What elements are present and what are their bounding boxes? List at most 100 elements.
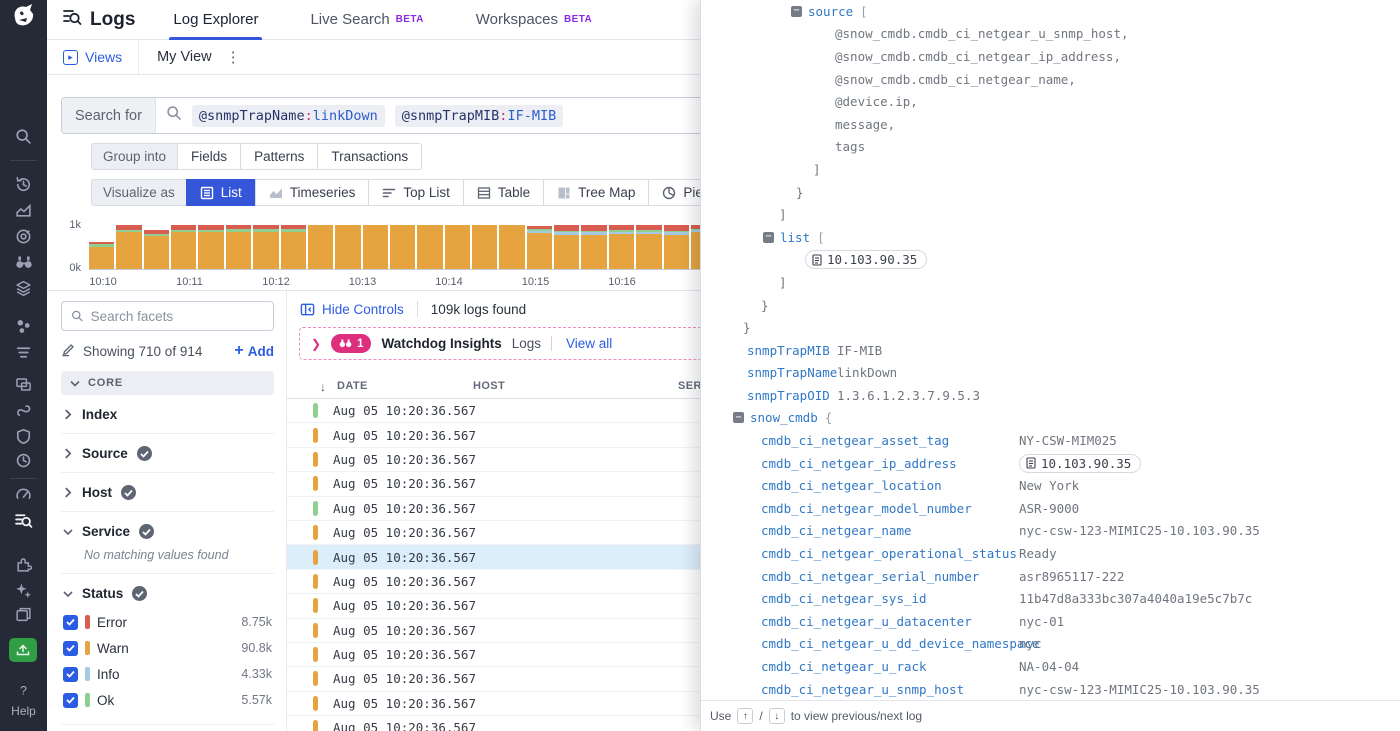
tab-log-explorer[interactable]: Log Explorer	[169, 0, 262, 40]
histogram-bar[interactable]	[390, 225, 415, 269]
json-value[interactable]: 11b47d8a333bc307a4040a19e5c7b7c	[1019, 591, 1252, 606]
group-by-transactions-button[interactable]: Transactions	[317, 143, 422, 170]
histogram-bar[interactable]	[472, 225, 497, 269]
json-key[interactable]: snmpTrapMIB	[747, 343, 830, 358]
watchdog-icon[interactable]	[0, 250, 47, 274]
json-key[interactable]: snow_cmdb	[750, 410, 818, 425]
status-filter-info[interactable]: Info4.33k	[63, 661, 272, 687]
histogram-bar[interactable]	[363, 225, 388, 269]
user-avatar[interactable]	[9, 638, 37, 662]
json-value[interactable]: NY-CSW-MIM025	[1019, 433, 1117, 448]
json-key[interactable]: source	[808, 4, 853, 19]
help-label[interactable]: Help	[0, 704, 47, 718]
histogram-bar[interactable]	[445, 225, 470, 269]
json-value[interactable]: asr8965117-222	[1019, 569, 1124, 584]
json-key[interactable]: cmdb_ci_netgear_model_number	[761, 501, 972, 516]
histogram-bar[interactable]	[144, 230, 169, 269]
current-view-name[interactable]: My View	[157, 49, 212, 65]
bits-ai-icon[interactable]	[0, 578, 47, 602]
facet-header-source[interactable]: Source	[63, 446, 272, 461]
collapse-node-icon[interactable]: −	[733, 412, 744, 423]
histogram-bar[interactable]	[609, 225, 634, 269]
json-value[interactable]: nyc-csw-123-MIMIC25-10.103.90.35	[1019, 682, 1260, 697]
histogram-bar[interactable]	[171, 225, 196, 269]
collapse-node-icon[interactable]: −	[791, 6, 802, 17]
status-filter-warn[interactable]: Warn90.8k	[63, 635, 272, 661]
visualize-timeseries-button[interactable]: Timeseries	[255, 179, 369, 206]
query-token[interactable]: @snmpTrapMIB:IF-MIB	[395, 105, 563, 127]
tab-workspaces[interactable]: WorkspacesBETA	[472, 0, 596, 40]
browser-tests-icon[interactable]	[0, 372, 47, 396]
checkbox-checked[interactable]	[63, 667, 78, 682]
tab-live-search[interactable]: Live SearchBETA	[306, 0, 427, 40]
query-token[interactable]: @snmpTrapName:linkDown	[192, 105, 385, 127]
json-array-item[interactable]: @snow_cmdb.cmdb_ci_netgear_u_snmp_host,	[701, 23, 1400, 46]
json-value[interactable]: IF-MIB	[837, 343, 882, 358]
histogram-bar[interactable]	[198, 225, 223, 269]
histogram-bar[interactable]	[308, 225, 333, 269]
integrations-icon[interactable]	[0, 552, 47, 576]
checkbox-checked[interactable]	[63, 641, 78, 656]
synthetics-icon[interactable]	[0, 398, 47, 422]
workspaces-icon[interactable]	[0, 602, 47, 626]
histogram-bar[interactable]	[581, 225, 606, 269]
json-value[interactable]: Ready	[1019, 546, 1057, 561]
json-key[interactable]: cmdb_ci_netgear_u_dd_device_namespace	[761, 636, 1039, 651]
monitors-icon[interactable]	[0, 224, 47, 248]
facet-header-index[interactable]: Index	[63, 407, 272, 422]
visualize-tree-map-button[interactable]: Tree Map	[543, 179, 648, 206]
log-explorer-icon[interactable]	[0, 508, 47, 532]
json-array-item[interactable]: @snow_cmdb.cmdb_ci_netgear_ip_address,	[701, 45, 1400, 68]
json-array-item[interactable]: tags	[701, 136, 1400, 159]
ip-address-pill[interactable]: 10.103.90.35	[1019, 454, 1141, 473]
visualize-table-button[interactable]: Table	[463, 179, 543, 206]
json-key[interactable]: snmpTrapOID	[747, 388, 830, 403]
json-array-item[interactable]: @device.ip,	[701, 90, 1400, 113]
help-icon[interactable]: ?	[0, 678, 47, 702]
facet-search-input[interactable]	[91, 309, 264, 324]
json-value[interactable]: New York	[1019, 478, 1079, 493]
json-key[interactable]: list	[780, 230, 810, 245]
visualize-list-button[interactable]: List	[186, 179, 255, 206]
json-value[interactable]: linkDown	[837, 365, 897, 380]
histogram-bar[interactable]	[226, 225, 251, 269]
realtime-icon[interactable]	[0, 448, 47, 472]
histogram-bar[interactable]	[335, 225, 360, 269]
histogram-bar[interactable]	[417, 225, 442, 269]
watchdog-badge[interactable]: 1	[331, 334, 371, 353]
history-icon[interactable]	[0, 172, 47, 196]
histogram-bar[interactable]	[89, 242, 114, 269]
views-button[interactable]: ▸ Views	[47, 40, 139, 74]
expand-chevron-icon[interactable]: ❯	[311, 337, 321, 351]
facet-header-service[interactable]: Service	[63, 524, 272, 539]
facet-group-core[interactable]: CORE	[61, 371, 274, 395]
histogram-bar[interactable]	[116, 225, 141, 269]
json-key[interactable]: cmdb_ci_netgear_asset_tag	[761, 433, 949, 448]
histogram-bar[interactable]	[664, 225, 689, 269]
json-value[interactable]: nyc-01	[1019, 614, 1064, 629]
facet-header-host[interactable]: Host	[63, 485, 272, 500]
network-icon[interactable]	[0, 314, 47, 338]
histogram-bar[interactable]	[527, 226, 552, 269]
histogram-bar[interactable]	[253, 225, 278, 269]
group-by-patterns-button[interactable]: Patterns	[240, 143, 317, 170]
security-icon[interactable]	[0, 424, 47, 448]
visualize-top-list-button[interactable]: Top List	[368, 179, 463, 206]
json-value[interactable]: ASR-9000	[1019, 501, 1079, 516]
json-key[interactable]: cmdb_ci_netgear_ip_address	[761, 456, 957, 471]
histogram-bar[interactable]	[499, 225, 524, 269]
json-array-item[interactable]: message,	[701, 113, 1400, 136]
hide-controls-button[interactable]: Hide Controls	[300, 302, 404, 317]
metrics-icon[interactable]	[0, 198, 47, 222]
json-key[interactable]: cmdb_ci_netgear_u_rack	[761, 659, 927, 674]
edit-facets-pencil-icon[interactable]	[61, 342, 76, 360]
json-key[interactable]: cmdb_ci_netgear_u_snmp_host	[761, 682, 964, 697]
watchdog-view-all-link[interactable]: View all	[566, 336, 612, 351]
add-facet-button[interactable]: + Add	[234, 342, 274, 360]
json-value[interactable]: 1.3.6.1.2.3.7.9.5.3	[837, 388, 980, 403]
infrastructure-icon[interactable]	[0, 276, 47, 300]
json-key[interactable]: cmdb_ci_netgear_name	[761, 523, 912, 538]
json-key[interactable]: cmdb_ci_netgear_sys_id	[761, 591, 927, 606]
json-key[interactable]: snmpTrapName	[747, 365, 837, 380]
histogram-bar[interactable]	[281, 225, 306, 269]
